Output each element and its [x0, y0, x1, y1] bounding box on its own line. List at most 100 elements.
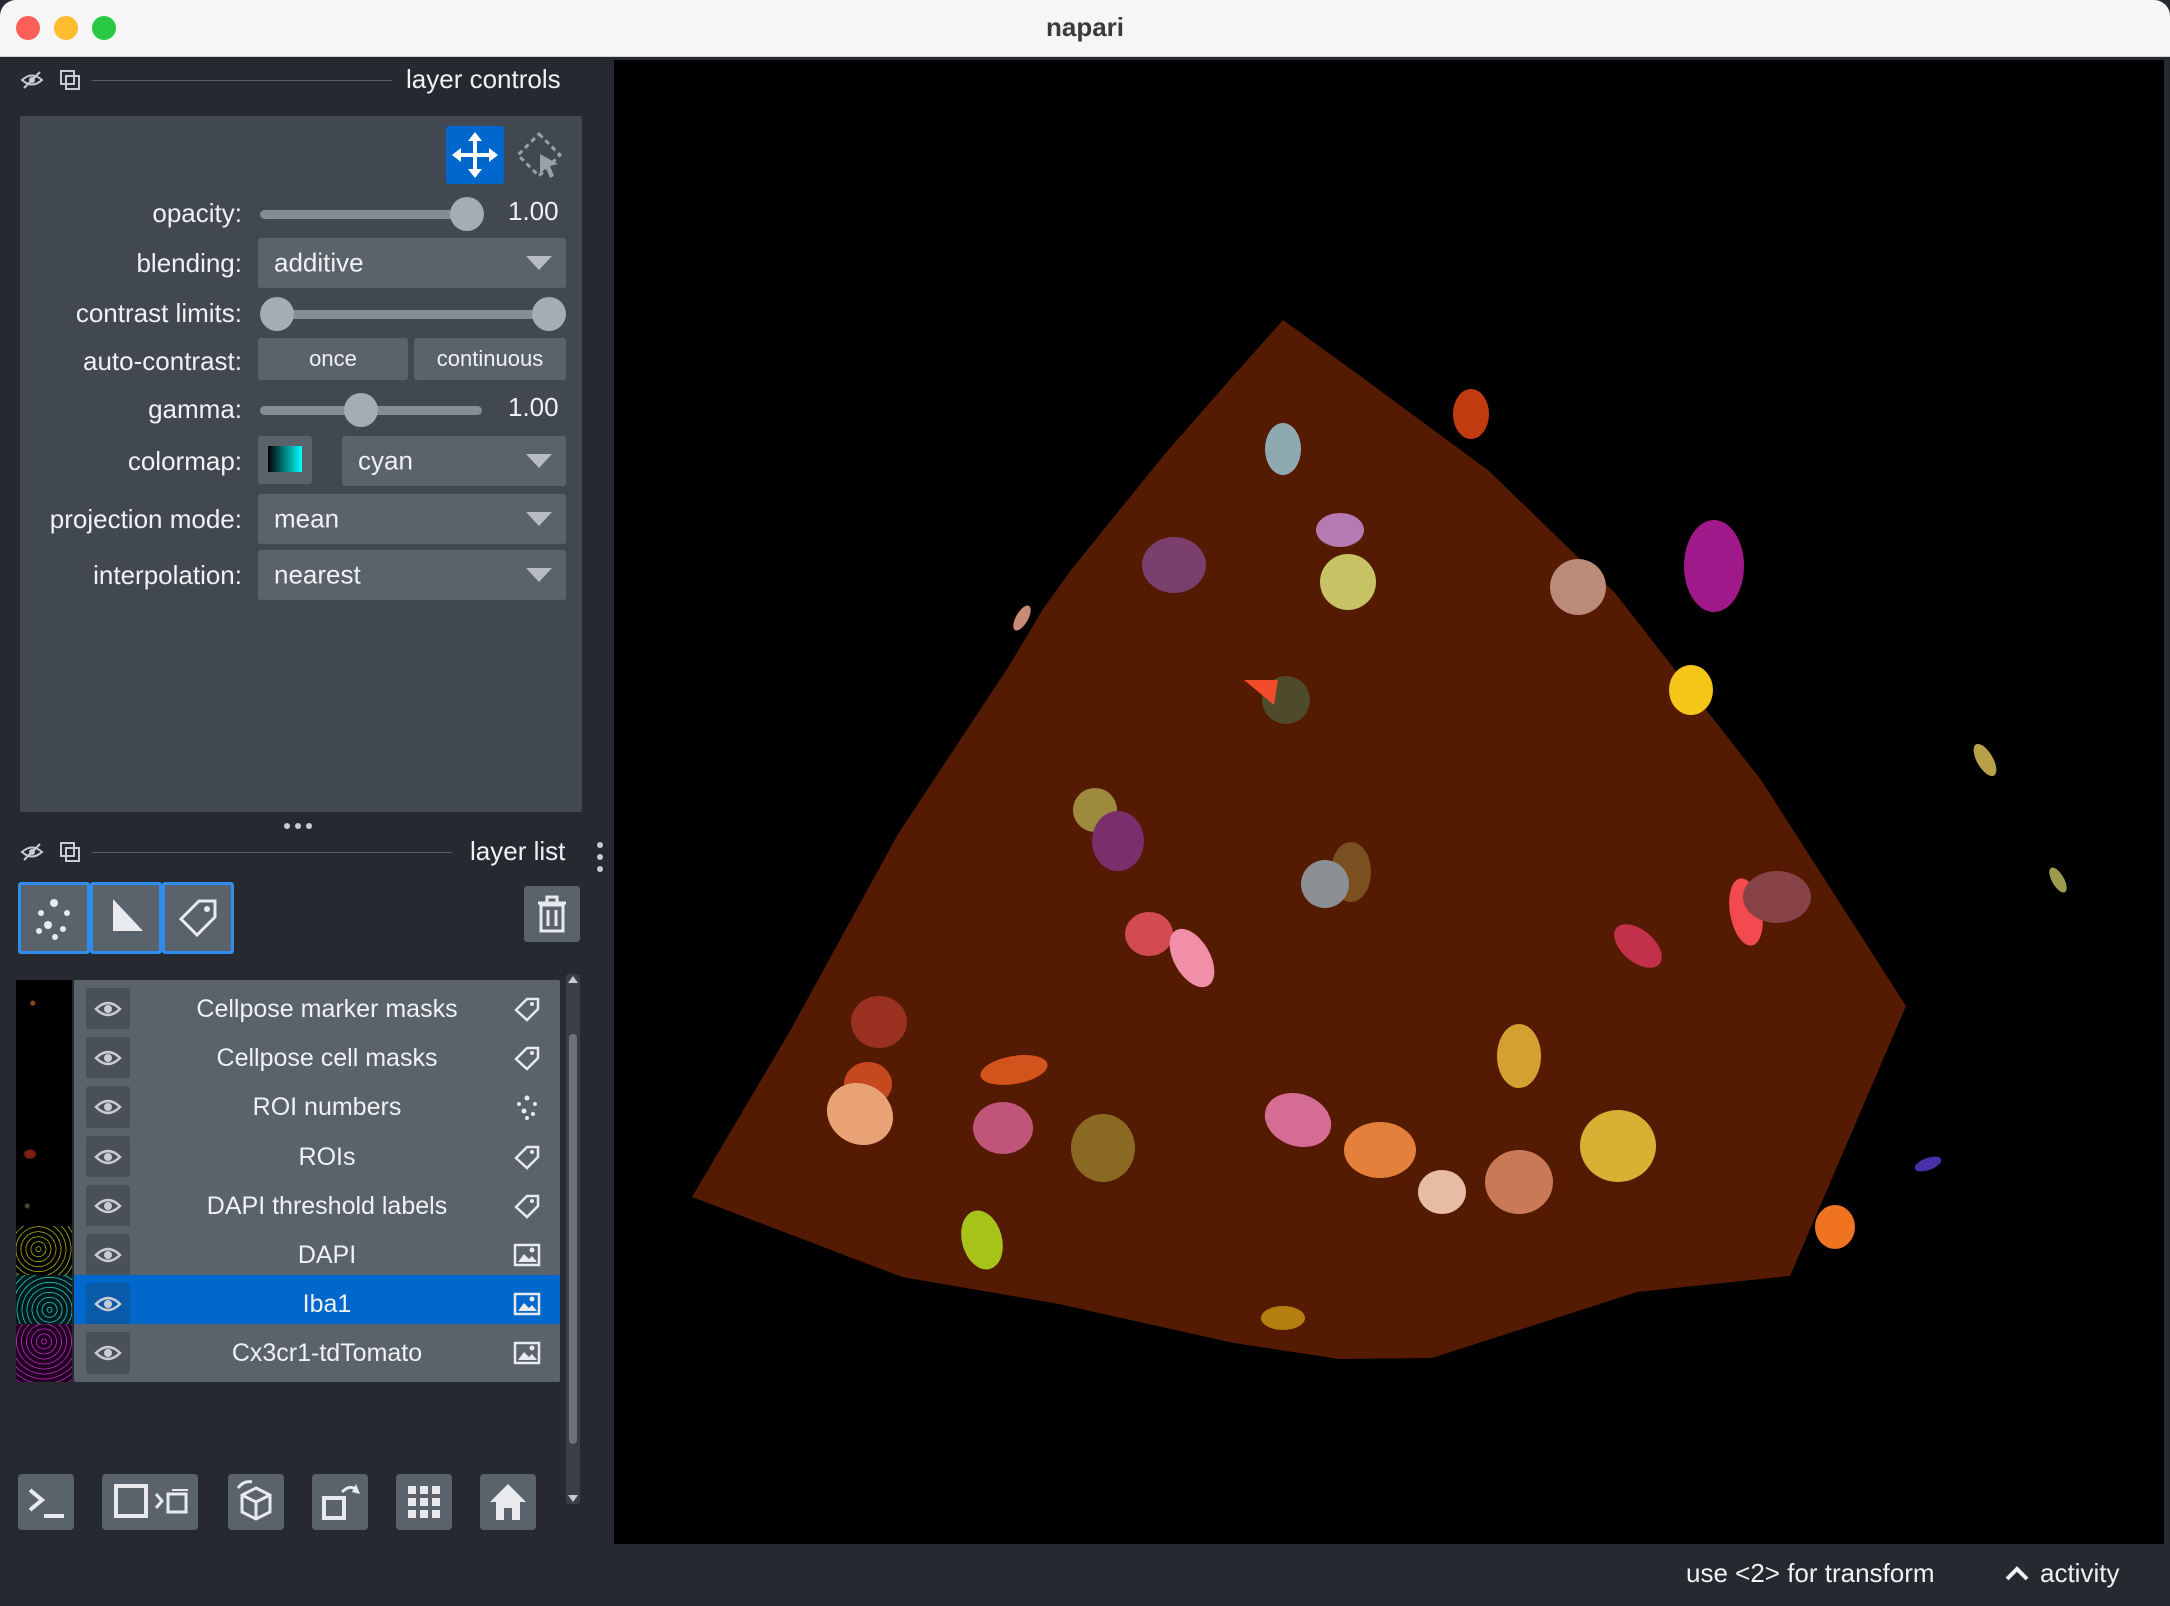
- eye-icon[interactable]: [86, 1234, 130, 1276]
- contrast-limits-label: contrast limits:: [75, 298, 242, 328]
- layer-name[interactable]: Cx3cr1-tdTomato: [154, 1324, 500, 1382]
- interpolation-label: interpolation:: [93, 560, 242, 590]
- colormap-value: cyan: [358, 445, 413, 476]
- home-icon: [490, 1484, 526, 1520]
- delete-layer-button[interactable]: [524, 886, 580, 942]
- layer-list-title: layer list: [470, 836, 566, 866]
- grid-view-button[interactable]: [396, 1474, 452, 1530]
- transform-mode-button[interactable]: [510, 126, 568, 184]
- float-panel-icon[interactable]: [58, 840, 82, 864]
- eye-icon[interactable]: [86, 1332, 130, 1375]
- gamma-slider-handle[interactable]: [344, 393, 378, 427]
- labels-icon: [514, 1046, 540, 1071]
- terminal-icon: [28, 1488, 64, 1518]
- layer-list: Cellpose marker masks Cellpose cell masks…: [0, 972, 600, 1510]
- chevron-up-icon[interactable]: [2004, 1564, 2030, 1582]
- colormap-swatch-button[interactable]: [258, 436, 312, 484]
- layer-controls-title: layer controls: [406, 64, 561, 94]
- projection-mode-label: projection mode:: [49, 504, 242, 534]
- eye-icon[interactable]: [86, 988, 130, 1030]
- image-icon: [513, 1243, 541, 1267]
- move-arrows-icon: [452, 132, 498, 178]
- opacity-slider-handle[interactable]: [450, 197, 484, 231]
- left-dock: layer controls opacity: 1.00 blending: a…: [0, 56, 614, 1544]
- auto-contrast-once-button[interactable]: once: [258, 338, 408, 380]
- eye-icon[interactable]: [86, 1283, 130, 1326]
- reset-view-button[interactable]: [480, 1474, 536, 1530]
- status-bar: use <2> for transform activity: [0, 1544, 2170, 1606]
- console-button[interactable]: [18, 1474, 74, 1530]
- interpolation-value: nearest: [274, 559, 361, 590]
- roll-dimensions-button[interactable]: [228, 1474, 284, 1530]
- chevron-down-icon: [526, 256, 552, 270]
- auto-contrast-label: auto-contrast:: [83, 346, 242, 376]
- scroll-up-icon[interactable]: [568, 976, 578, 983]
- activity-button[interactable]: activity: [2040, 1558, 2119, 1589]
- pan-zoom-mode-button[interactable]: [446, 126, 504, 184]
- eye-icon[interactable]: [86, 1135, 130, 1178]
- contrast-limits-slider[interactable]: [276, 310, 554, 319]
- points-icon: [517, 1095, 537, 1121]
- viewer-canvas[interactable]: [614, 60, 2164, 1544]
- labels-icon: [514, 997, 540, 1022]
- header-divider: [92, 80, 392, 81]
- eye-icon[interactable]: [86, 1037, 130, 1080]
- auto-contrast-continuous-button[interactable]: continuous: [414, 338, 566, 380]
- grid-icon: [408, 1486, 440, 1518]
- select-transform-icon: [515, 131, 563, 179]
- splitter-handle-icon[interactable]: [282, 818, 314, 829]
- volume-region: [692, 320, 1906, 1359]
- opacity-label: opacity:: [152, 198, 242, 228]
- scrollbar-thumb[interactable]: [569, 1034, 577, 1444]
- gamma-label: gamma:: [148, 394, 242, 424]
- new-labels-layer-button[interactable]: [162, 882, 234, 954]
- header-divider: [92, 852, 452, 853]
- projection-mode-dropdown[interactable]: mean: [258, 494, 566, 544]
- label-tag-icon: [178, 899, 217, 938]
- transpose-icon: [322, 1484, 360, 1520]
- shapes-icon: [113, 899, 143, 931]
- gamma-value: 1.00: [508, 392, 559, 422]
- rendered-volume: [692, 320, 2067, 1359]
- new-points-layer-button[interactable]: [18, 882, 90, 954]
- colormap-label: colormap:: [127, 446, 242, 476]
- contrast-min-handle[interactable]: [260, 297, 294, 331]
- transpose-dimensions-button[interactable]: [312, 1474, 368, 1530]
- colormap-preview: [268, 446, 302, 472]
- 2d-3d-toggle-icon: [114, 1484, 188, 1518]
- interpolation-dropdown[interactable]: nearest: [258, 550, 566, 600]
- colormap-dropdown[interactable]: cyan: [342, 436, 566, 486]
- opacity-slider[interactable]: [260, 210, 482, 219]
- projection-mode-value: mean: [274, 503, 340, 534]
- blending-dropdown[interactable]: additive: [258, 238, 566, 288]
- kebab-menu-icon[interactable]: [594, 840, 606, 874]
- new-shapes-layer-button[interactable]: [90, 882, 162, 954]
- viewer-buttons: [0, 1474, 614, 1544]
- status-hint: use <2> for transform: [1686, 1558, 1935, 1588]
- toggle-visibility-icon[interactable]: [20, 68, 44, 92]
- float-panel-icon[interactable]: [58, 68, 82, 92]
- layer-thumbnail: [16, 1324, 72, 1383]
- eye-icon[interactable]: [86, 1184, 130, 1227]
- points-icon: [36, 899, 70, 940]
- toggle-ndisplay-button[interactable]: [102, 1474, 198, 1530]
- blending-value: additive: [274, 247, 364, 278]
- chevron-down-icon: [526, 512, 552, 526]
- labels-icon: [514, 1194, 540, 1219]
- title-bar: napari: [0, 0, 2170, 57]
- trash-icon: [538, 895, 566, 933]
- image-icon: [513, 1292, 541, 1316]
- contrast-max-handle[interactable]: [532, 297, 566, 331]
- blending-label: blending:: [136, 248, 242, 278]
- layer-item[interactable]: Cx3cr1-tdTomato: [74, 1324, 560, 1383]
- layer-row[interactable]: Cx3cr1-tdTomato: [16, 1324, 560, 1383]
- layer-list-scrollbar[interactable]: [566, 974, 580, 1504]
- layer-controls-panel: opacity: 1.00 blending: additive contras…: [20, 116, 582, 812]
- labels-icon: [514, 1145, 540, 1170]
- eye-icon[interactable]: [86, 1086, 130, 1129]
- toggle-visibility-icon[interactable]: [20, 840, 44, 864]
- cube-rotate-icon: [236, 1480, 272, 1521]
- opacity-value: 1.00: [508, 196, 559, 226]
- window-title: napari: [1045, 12, 1125, 42]
- napari-window: napari layer controls opacity: 1.00 blen…: [0, 0, 2170, 1606]
